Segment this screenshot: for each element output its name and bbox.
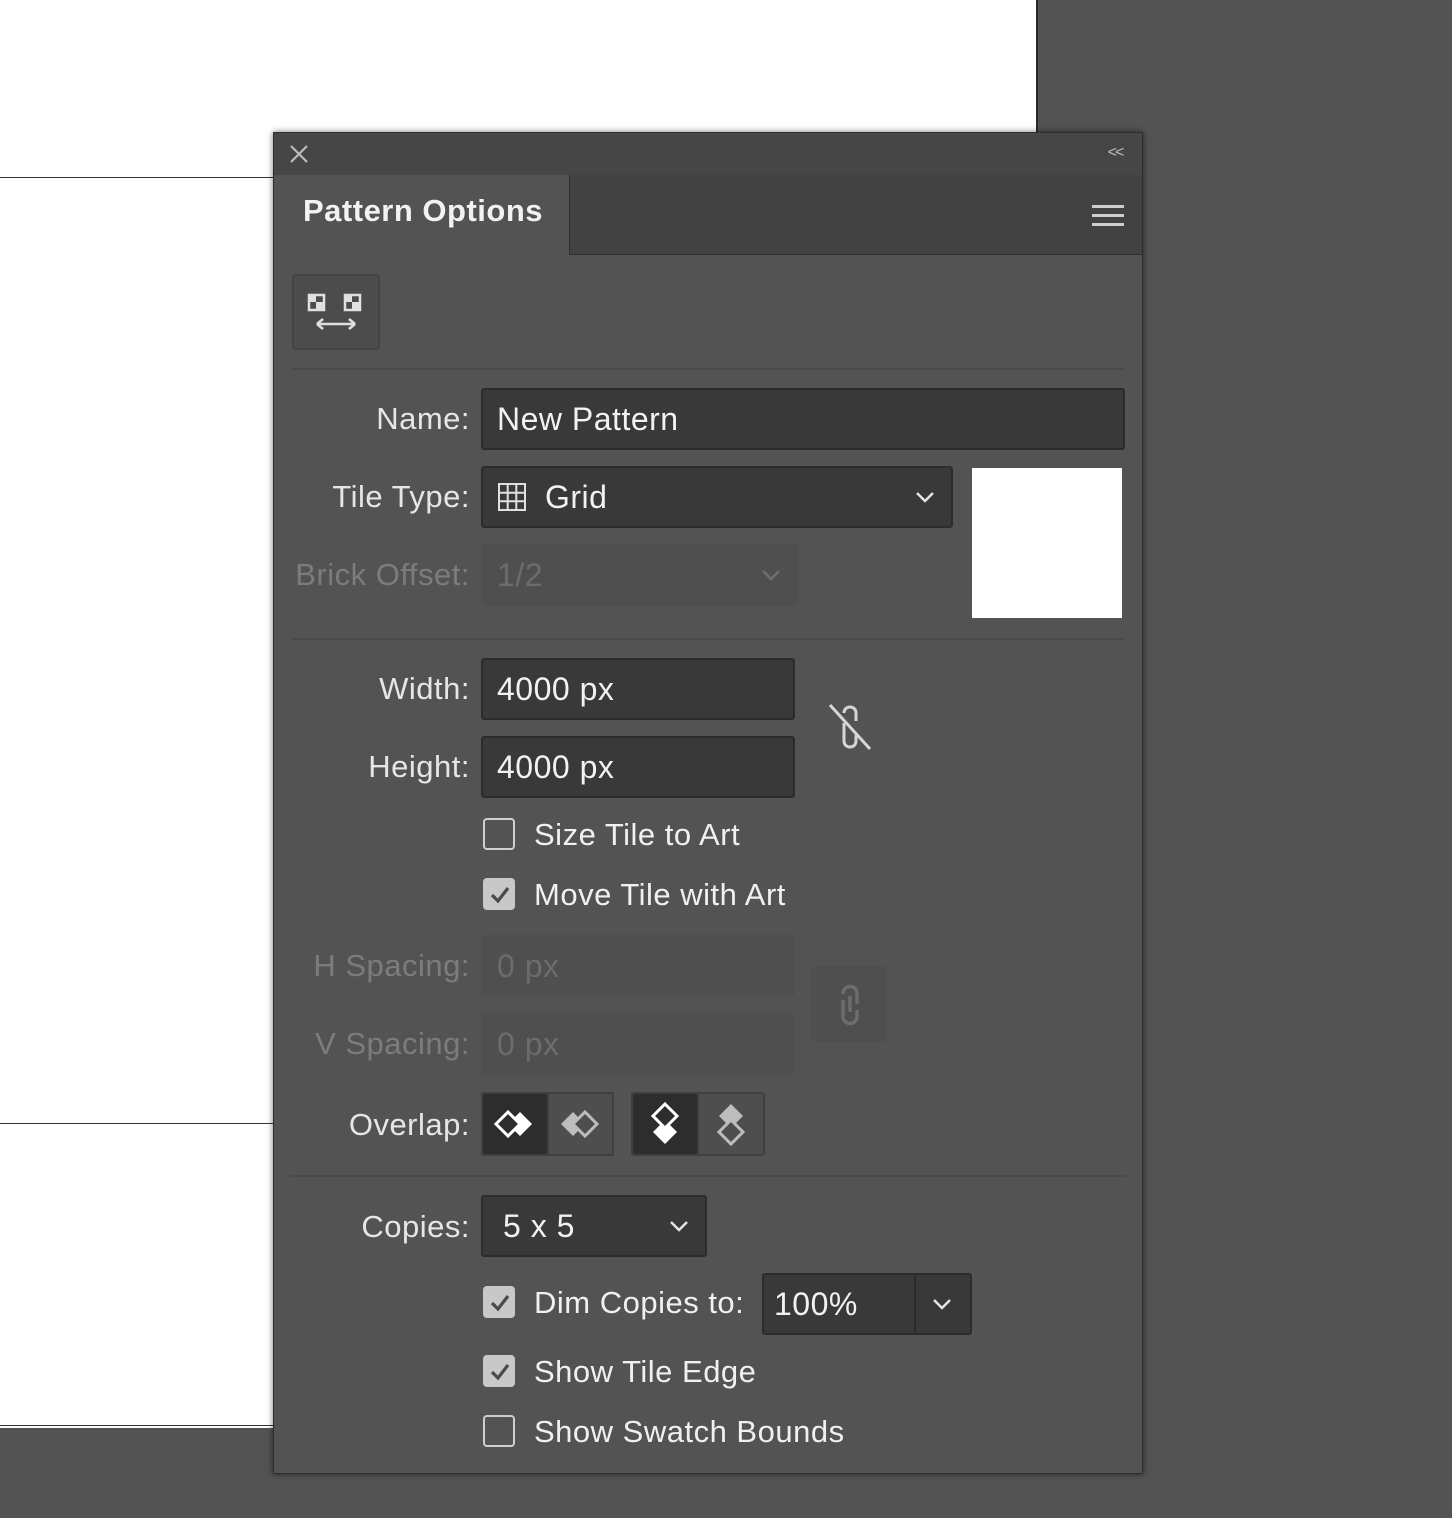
brick-offset-value: 1/2 — [497, 556, 543, 593]
brick-offset-label: Brick Offset: — [295, 557, 470, 592]
section-divider — [291, 1175, 1125, 1177]
close-icon[interactable] — [288, 143, 310, 165]
vertical-overlap-group — [631, 1092, 765, 1156]
left-in-front-button[interactable] — [483, 1094, 547, 1154]
v-spacing-label: V Spacing: — [315, 1026, 470, 1061]
copies-select[interactable]: 5 x 5 — [481, 1195, 707, 1257]
unlink-chain-icon — [828, 703, 872, 751]
pattern-tile-tool-button[interactable] — [292, 274, 380, 350]
dim-copies-label: Dim Copies to: — [534, 1285, 745, 1320]
chevron-down-icon[interactable] — [932, 1298, 952, 1310]
top-in-front-button[interactable] — [633, 1094, 697, 1154]
width-value: 4000 px — [497, 670, 615, 707]
panel-titlebar[interactable]: << — [274, 133, 1142, 176]
artboard-edge-top — [0, 177, 276, 178]
dim-copies-combo[interactable]: 100% — [762, 1273, 972, 1335]
show-tile-edge-label: Show Tile Edge — [534, 1354, 757, 1389]
top-in-front-icon — [650, 1101, 680, 1144]
move-tile-with-art-label: Move Tile with Art — [534, 877, 786, 912]
chevron-down-icon — [762, 570, 780, 581]
section-divider — [291, 368, 1125, 370]
link-chain-icon — [841, 984, 859, 1026]
checkmark-icon — [490, 887, 510, 904]
show-swatch-bounds-checkbox[interactable] — [483, 1415, 515, 1447]
show-swatch-bounds-label: Show Swatch Bounds — [534, 1414, 845, 1449]
name-field[interactable]: New Pattern — [481, 388, 1125, 450]
tile-type-label: Tile Type: — [332, 479, 470, 514]
h-spacing-input[interactable]: 0 px — [481, 935, 795, 997]
right-in-front-icon — [561, 1109, 600, 1139]
pattern-swatch-preview — [972, 468, 1122, 618]
pattern-tile-tool-icon — [307, 293, 362, 330]
width-label: Width: — [379, 671, 470, 706]
size-tile-to-art-checkbox[interactable] — [483, 818, 515, 850]
combo-divider — [914, 1275, 916, 1333]
height-input[interactable]: 4000 px — [481, 736, 795, 798]
tile-type-value: Grid — [545, 478, 608, 515]
dim-copies-value: 100% — [774, 1285, 858, 1322]
tabbar-divider — [570, 254, 1142, 255]
bottom-in-front-icon — [716, 1104, 746, 1147]
dim-copies-checkbox[interactable] — [483, 1286, 515, 1318]
name-value: New Pattern — [497, 400, 679, 437]
section-divider — [291, 638, 1125, 640]
panel-title: Pattern Options — [303, 193, 544, 228]
pattern-options-panel: << Pattern Options Name: New Pattern Til… — [273, 132, 1143, 1474]
left-in-front-icon — [493, 1109, 532, 1139]
copies-label: Copies: — [361, 1209, 470, 1244]
brick-offset-select[interactable]: 1/2 — [481, 544, 799, 606]
bottom-in-front-button[interactable] — [697, 1094, 763, 1154]
grid-icon — [498, 483, 526, 511]
size-tile-to-art-label: Size Tile to Art — [534, 817, 741, 852]
constrain-size-button[interactable] — [822, 699, 878, 755]
right-in-front-button[interactable] — [546, 1094, 612, 1154]
tab-pattern-options[interactable]: Pattern Options — [274, 175, 570, 255]
tile-type-select[interactable]: Grid — [481, 466, 953, 528]
chevron-down-icon — [670, 1221, 688, 1232]
h-spacing-value: 0 px — [497, 947, 560, 984]
height-value: 4000 px — [497, 748, 615, 785]
constrain-spacing-button[interactable] — [811, 966, 887, 1042]
hamburger-menu-icon[interactable] — [1092, 205, 1124, 229]
artboard-edge-bottom — [0, 1425, 276, 1426]
copies-value: 5 x 5 — [503, 1207, 575, 1244]
show-tile-edge-checkbox[interactable] — [483, 1355, 515, 1387]
overlap-label: Overlap: — [348, 1107, 470, 1142]
chevron-down-icon — [916, 492, 934, 503]
checkmark-icon — [490, 1364, 510, 1381]
move-tile-with-art-checkbox[interactable] — [483, 878, 515, 910]
height-label: Height: — [368, 749, 470, 784]
panel-tabbar: Pattern Options — [274, 175, 1142, 255]
name-label: Name: — [376, 401, 470, 436]
v-spacing-input[interactable]: 0 px — [481, 1013, 795, 1075]
width-input[interactable]: 4000 px — [481, 658, 795, 720]
v-spacing-value: 0 px — [497, 1025, 560, 1062]
artboard-edge-middle — [0, 1123, 276, 1124]
horizontal-overlap-group — [481, 1092, 614, 1156]
collapse-panel-icon[interactable]: << — [1102, 141, 1128, 165]
checkmark-icon — [490, 1295, 510, 1312]
h-spacing-label: H Spacing: — [313, 948, 470, 983]
